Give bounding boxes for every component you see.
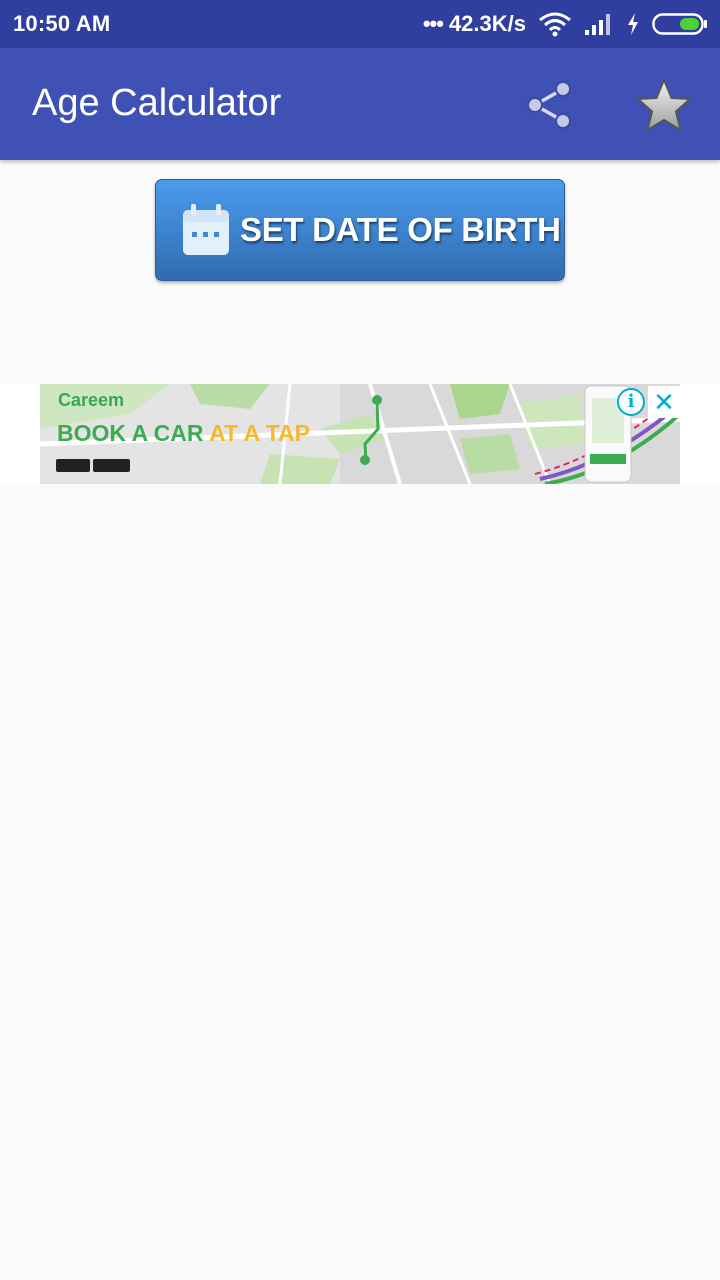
close-icon[interactable]: ✕ bbox=[648, 386, 680, 418]
wifi-icon bbox=[539, 12, 571, 37]
network-speed: ••• 42.3K/s bbox=[423, 11, 526, 37]
network-speed-value: 42.3K/s bbox=[448, 11, 526, 36]
ad-headline-part1: BOOK A CAR bbox=[57, 420, 210, 446]
share-button[interactable] bbox=[520, 76, 578, 134]
status-bar: 10:50 AM ••• 42.3K/s bbox=[0, 0, 720, 48]
set-date-of-birth-label: SET DATE OF BIRTH bbox=[240, 211, 561, 248]
star-icon bbox=[637, 79, 691, 131]
info-icon[interactable]: i bbox=[617, 388, 645, 416]
ad-headline: BOOK A CAR AT A TAP bbox=[57, 420, 310, 447]
battery-icon bbox=[652, 13, 707, 35]
share-icon bbox=[527, 81, 571, 129]
signal-icon bbox=[585, 14, 610, 35]
status-time: 10:50 AM bbox=[13, 11, 111, 36]
more-dots: ••• bbox=[422, 11, 444, 36]
status-indicators: ••• 42.3K/s bbox=[423, 11, 708, 37]
ad-brand: Careem bbox=[58, 390, 125, 410]
rate-button[interactable] bbox=[634, 76, 694, 136]
set-date-of-birth-button[interactable]: SET DATE OF BIRTH bbox=[155, 179, 565, 281]
charging-bolt-icon bbox=[628, 13, 638, 35]
app-store-badge bbox=[56, 459, 90, 472]
app-bar: Age Calculator bbox=[0, 48, 720, 160]
calendar-icon bbox=[183, 204, 229, 255]
google-play-badge bbox=[93, 459, 130, 472]
ad-headline-part2: AT A TAP bbox=[209, 420, 310, 446]
ad-banner[interactable]: Careem BOOK A CAR AT A TAP i ✕ bbox=[40, 384, 680, 484]
page-title: Age Calculator bbox=[32, 82, 282, 124]
